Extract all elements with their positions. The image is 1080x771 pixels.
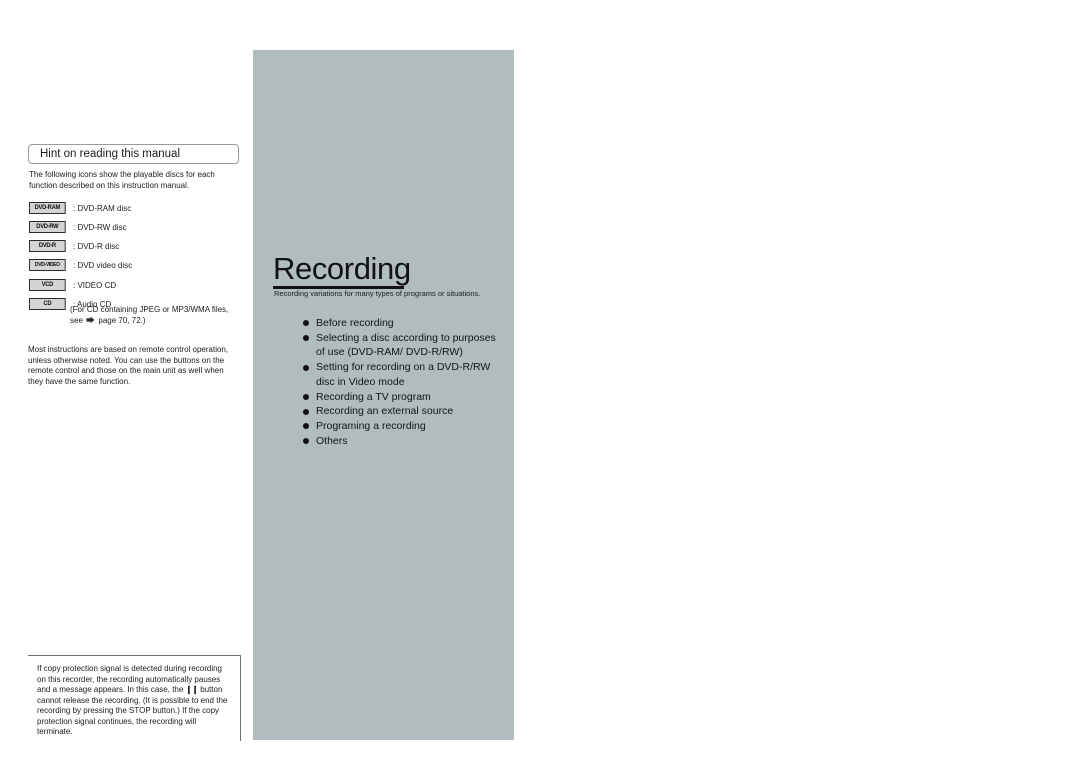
bullet-dot-icon — [303, 364, 309, 371]
chapter-item-label: Setting for recording on a DVD-R/RW disc… — [316, 361, 491, 388]
bullet-dot-icon — [303, 335, 309, 342]
disc-row-dvd-r: DVD-R : DVD-R disc — [29, 237, 120, 252]
list-item: Setting for recording on a DVD-R/RW disc… — [303, 360, 503, 389]
chapter-item-label: Selecting a disc according to purposes o… — [316, 331, 496, 359]
disc-row-dvd-ram: DVD-RAM : DVD-RAM disc — [29, 199, 132, 214]
chapter-content: Recording Recording variations for many … — [253, 50, 514, 740]
left-text-column: Hint on reading this manual The followin… — [0, 0, 253, 771]
chapter-item-label: Others — [316, 434, 348, 447]
vcd-badge-icon: VCD — [29, 278, 66, 291]
bullet-dot-icon — [303, 393, 309, 400]
chapter-item-label: Recording a TV program — [316, 390, 431, 403]
dvd-rw-label: : DVD-RW disc — [73, 222, 127, 232]
dvd-video-badge-icon: DVD-VIDEO — [29, 258, 66, 271]
chapter-item-label: Programing a recording — [316, 419, 426, 432]
dvd-r-label: : DVD-R disc — [73, 241, 120, 251]
cd-note-see-label: see — [70, 315, 83, 325]
copy-protection-caution-text: If copy protection signal is detected du… — [37, 664, 233, 738]
dvd-video-label: : DVD video disc — [73, 260, 133, 270]
dvd-rw-badge-icon: DVD-RW — [29, 220, 66, 233]
list-item: Programing a recording — [303, 419, 503, 434]
chapter-contents-list: Before recording Selecting a disc accord… — [303, 316, 503, 448]
cd-note-paragraph: (For CD containing JPEG or MP3/WMA files… — [70, 305, 245, 326]
cd-badge-icon: CD — [29, 297, 66, 310]
list-item: Others — [303, 434, 503, 449]
dvd-r-badge-icon: DVD-R — [29, 239, 66, 252]
chapter-divider-panel: Recording Recording variations for many … — [253, 50, 514, 740]
chapter-item-label: Before recording — [316, 317, 394, 329]
page-pointer-arrow-icon — [86, 316, 95, 324]
hint-header-box: Hint on reading this manual — [28, 144, 239, 164]
hint-header-label: Hint on reading this manual — [40, 147, 180, 160]
bullet-dot-icon — [303, 423, 309, 430]
list-item: Recording a TV program — [303, 390, 503, 405]
hint-intro-paragraph: The following icons show the playable di… — [29, 170, 215, 190]
chapter-subtitle: Recording variations for many types of p… — [274, 289, 481, 298]
cd-note-line1: (For CD containing JPEG or MP3/WMA files… — [70, 305, 229, 314]
pause-button-glyph-icon: ❙❙ — [185, 685, 199, 694]
bullet-dot-icon — [303, 408, 309, 415]
vcd-label: : VIDEO CD — [73, 280, 117, 290]
dvd-ram-label: : DVD-RAM disc — [73, 203, 132, 213]
cd-note-page-ref: page 70, 72.) — [98, 315, 146, 325]
bullet-dot-icon — [303, 320, 309, 327]
hint-footnote-paragraph: Most instructions are based on remote co… — [28, 345, 229, 386]
dvd-ram-badge-icon: DVD-RAM — [29, 201, 66, 214]
disc-row-dvd-video: DVD-VIDEO : DVD video disc — [29, 256, 133, 271]
chapter-title: Recording — [273, 251, 411, 286]
list-item: Selecting a disc according to purposes o… — [303, 331, 503, 360]
disc-row-vcd: VCD : VIDEO CD — [29, 276, 117, 291]
chapter-item-label: Recording an external source — [316, 405, 454, 418]
list-item: Recording an external source — [303, 404, 503, 419]
copy-protection-caution-box: If copy protection signal is detected du… — [28, 655, 241, 741]
list-item: Before recording — [303, 316, 503, 331]
disc-row-dvd-rw: DVD-RW : DVD-RW disc — [29, 218, 127, 233]
bullet-dot-icon — [303, 438, 309, 445]
